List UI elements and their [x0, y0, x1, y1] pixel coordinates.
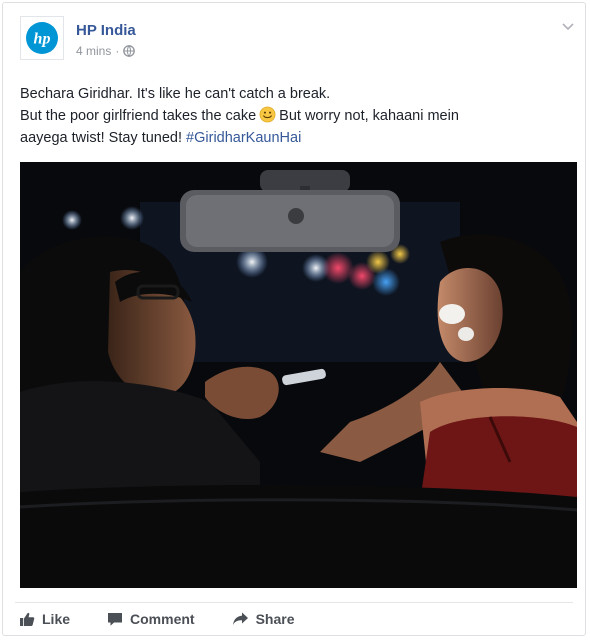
smile-emoji-icon	[259, 106, 276, 123]
post-text-line1: Bechara Giridhar. It's like he can't cat…	[20, 86, 331, 102]
comment-button[interactable]: Comment	[107, 611, 195, 627]
meta-separator: ·	[115, 44, 120, 58]
post-meta: 4 mins ·	[76, 44, 136, 58]
share-label: Share	[255, 611, 295, 627]
like-label: Like	[42, 611, 71, 627]
post-text-line2a: But the poor girlfriend takes the cake	[20, 108, 257, 124]
svg-text:hp: hp	[34, 31, 51, 48]
action-divider	[15, 602, 573, 603]
comment-label: Comment	[130, 611, 195, 627]
hp-logo-icon: hp	[26, 22, 58, 54]
share-arrow-icon	[232, 612, 248, 625]
globe-icon[interactable]	[123, 45, 136, 57]
post-actions: Like Comment Share	[19, 611, 332, 627]
post-text-line2b: But worry not, kahaani mein	[279, 108, 459, 124]
post-photo[interactable]	[20, 162, 577, 588]
hashtag-link[interactable]: #GiridharKaunHai	[186, 130, 301, 146]
thumbs-up-icon	[20, 612, 35, 626]
post-card: hp HP India 4 mins · Bechara Giridhar. I…	[2, 2, 586, 636]
like-button[interactable]: Like	[19, 611, 70, 627]
page-avatar[interactable]: hp	[20, 16, 64, 60]
post-text-line3: aayega twist! Stay tuned!	[20, 130, 183, 146]
post-options-chevron-icon[interactable]	[561, 19, 575, 37]
post-timestamp[interactable]: 4 mins	[76, 44, 111, 58]
post-body: Bechara Giridhar. It's like he can't cat…	[20, 83, 570, 149]
comment-icon	[108, 613, 123, 626]
share-button[interactable]: Share	[232, 611, 295, 627]
photo-scene	[20, 162, 577, 588]
page-name-link[interactable]: HP India	[76, 22, 136, 39]
